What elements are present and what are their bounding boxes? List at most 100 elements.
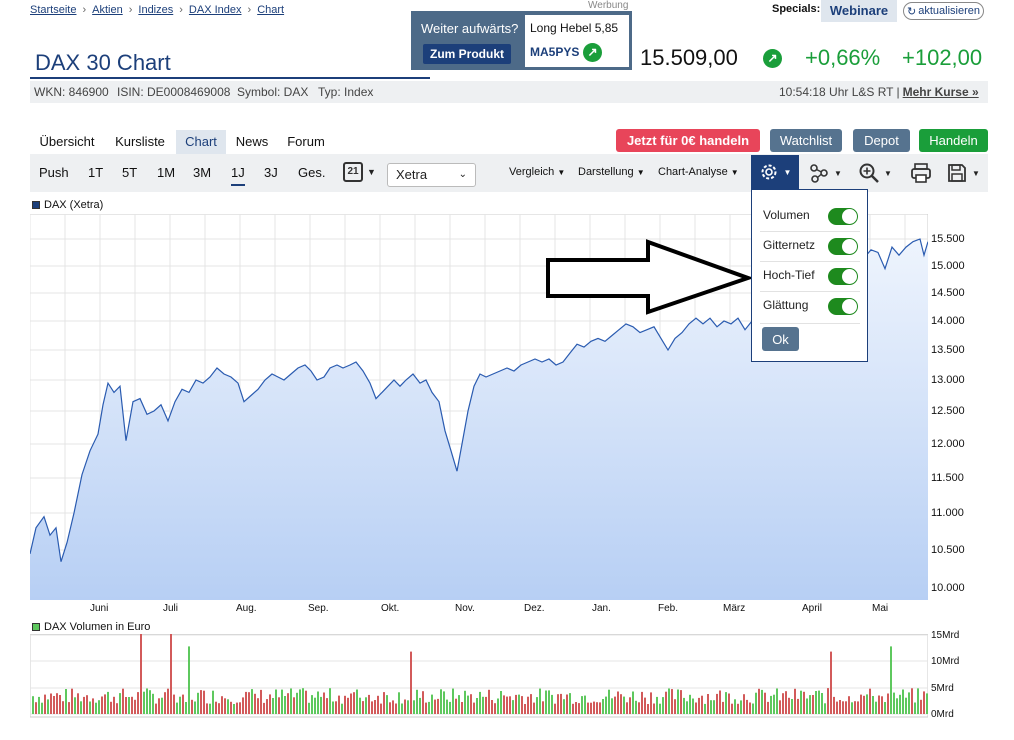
volume-bar <box>860 694 862 714</box>
volume-bar <box>383 692 385 714</box>
option-highlow-toggle[interactable] <box>828 268 858 285</box>
ad-product-button[interactable]: Zum Produkt <box>423 44 511 64</box>
volume-bar <box>71 688 73 714</box>
breadcrumb-startseite[interactable]: Startseite <box>30 4 76 16</box>
volume-bar <box>776 688 778 714</box>
volume-bar <box>446 699 448 714</box>
breadcrumb-aktien[interactable]: Aktien <box>92 4 123 16</box>
x-tick-label: Juni <box>90 603 109 614</box>
trade-free-button[interactable]: Jetzt für 0€ handeln <box>616 129 760 152</box>
volume-bar <box>215 701 217 714</box>
volume-bar <box>389 702 391 714</box>
caret-down-icon: ▼ <box>884 168 892 178</box>
volume-bar <box>692 698 694 714</box>
volume-bar <box>911 688 913 714</box>
range-1j[interactable]: 1J <box>231 165 245 186</box>
volume-bar <box>74 697 76 714</box>
compare-dropdown[interactable]: Vergleich ▼ <box>509 166 565 178</box>
exchange-select[interactable]: Xetra ⌄ <box>387 163 476 187</box>
compare-label: Vergleich <box>509 166 555 178</box>
ad-banner[interactable]: Weiter aufwärts? Zum Produkt Long Hebel … <box>411 11 632 70</box>
ad-product-box[interactable]: Long Hebel 5,85 MA5PYS ↗ <box>525 15 629 67</box>
quote-price: 15.509,00 <box>640 45 738 70</box>
volume-bar <box>287 693 289 714</box>
option-grid-toggle[interactable] <box>828 238 858 255</box>
volume-bar <box>308 702 310 714</box>
price-legend: DAX (Xetra) <box>32 199 103 211</box>
volume-bar <box>281 689 283 714</box>
x-tick-label: Jan. <box>592 603 611 614</box>
annotation-arrow <box>546 239 755 315</box>
save-button[interactable]: ▼ <box>946 162 980 184</box>
volume-bar <box>122 688 124 714</box>
volume-bar <box>590 702 592 714</box>
display-label: Darstellung <box>578 166 634 178</box>
option-volume-toggle[interactable] <box>828 208 858 225</box>
volume-bar <box>548 690 550 714</box>
range-ges[interactable]: Ges. <box>298 165 325 180</box>
depot-button[interactable]: Depot <box>853 129 910 152</box>
ok-button[interactable]: Ok <box>762 327 799 351</box>
volume-bar <box>665 691 667 714</box>
option-smoothing-toggle[interactable] <box>828 298 858 315</box>
zoom-button[interactable]: ▼ <box>858 162 892 184</box>
volume-bar <box>140 634 142 714</box>
tab-chart[interactable]: Chart <box>176 130 226 154</box>
range-3j[interactable]: 3J <box>264 165 278 180</box>
volume-bar <box>431 694 433 714</box>
volume-bar <box>392 700 394 714</box>
refresh-button[interactable]: ↻ aktualisieren <box>903 2 984 20</box>
volume-bar <box>551 694 553 714</box>
volume-bar <box>833 696 835 714</box>
volume-bar <box>614 696 616 714</box>
volume-bar <box>236 702 238 714</box>
indicators-button[interactable]: ▼ <box>808 162 842 184</box>
tab-forum[interactable]: Forum <box>282 130 330 154</box>
settings-button[interactable]: ▼ <box>751 155 799 189</box>
volume-bar <box>248 692 250 714</box>
volume-bar <box>581 696 583 714</box>
range-1t[interactable]: 1T <box>88 165 103 180</box>
range-5t[interactable]: 5T <box>122 165 137 180</box>
caret-down-icon: ▼ <box>783 167 792 177</box>
volume-bar <box>854 701 856 714</box>
breadcrumb-indizes[interactable]: Indizes <box>138 4 173 16</box>
quote-change-pct: +0,66% <box>805 45 881 70</box>
analysis-dropdown[interactable]: Chart-Analyse ▼ <box>658 166 739 178</box>
tab-news[interactable]: News <box>230 130 274 154</box>
breadcrumb-chart[interactable]: Chart <box>257 4 284 16</box>
handeln-button[interactable]: Handeln <box>919 129 988 152</box>
calendar-button[interactable]: 21 ▼ <box>343 162 376 182</box>
volume-chart[interactable] <box>30 634 928 718</box>
volume-legend-swatch <box>32 623 40 631</box>
volume-bar <box>605 696 607 714</box>
y-tick-label: 12.000 <box>931 438 965 450</box>
volume-bar <box>683 697 685 714</box>
volume-bar <box>821 693 823 714</box>
volume-bar <box>116 703 118 714</box>
breadcrumb-dax-index[interactable]: DAX Index <box>189 4 242 16</box>
volume-bar <box>317 691 319 714</box>
volume-bar <box>545 690 547 714</box>
tab-overview[interactable]: Übersicht <box>34 130 100 154</box>
volume-bar <box>257 698 259 714</box>
volume-bar <box>413 700 415 714</box>
volume-tick-label: 15Mrd <box>931 630 960 641</box>
volume-bar <box>512 700 514 714</box>
print-button[interactable] <box>910 162 932 189</box>
volume-bar <box>263 702 265 714</box>
volume-bar <box>599 702 601 714</box>
volume-bar <box>212 690 214 714</box>
watchlist-button[interactable]: Watchlist <box>770 129 842 152</box>
volume-bar <box>398 692 400 714</box>
tab-kursliste[interactable]: Kursliste <box>110 130 170 154</box>
range-3m[interactable]: 3M <box>193 165 211 180</box>
volume-bar <box>626 702 628 714</box>
range-1m[interactable]: 1M <box>157 165 175 180</box>
more-quotes-link[interactable]: Mehr Kurse » <box>903 85 979 99</box>
y-tick-label: 10.500 <box>931 544 965 556</box>
range-push[interactable]: Push <box>39 165 69 180</box>
display-dropdown[interactable]: Darstellung ▼ <box>578 166 645 178</box>
volume-bar <box>584 695 586 714</box>
webinare-button[interactable]: Webinare <box>821 0 897 22</box>
